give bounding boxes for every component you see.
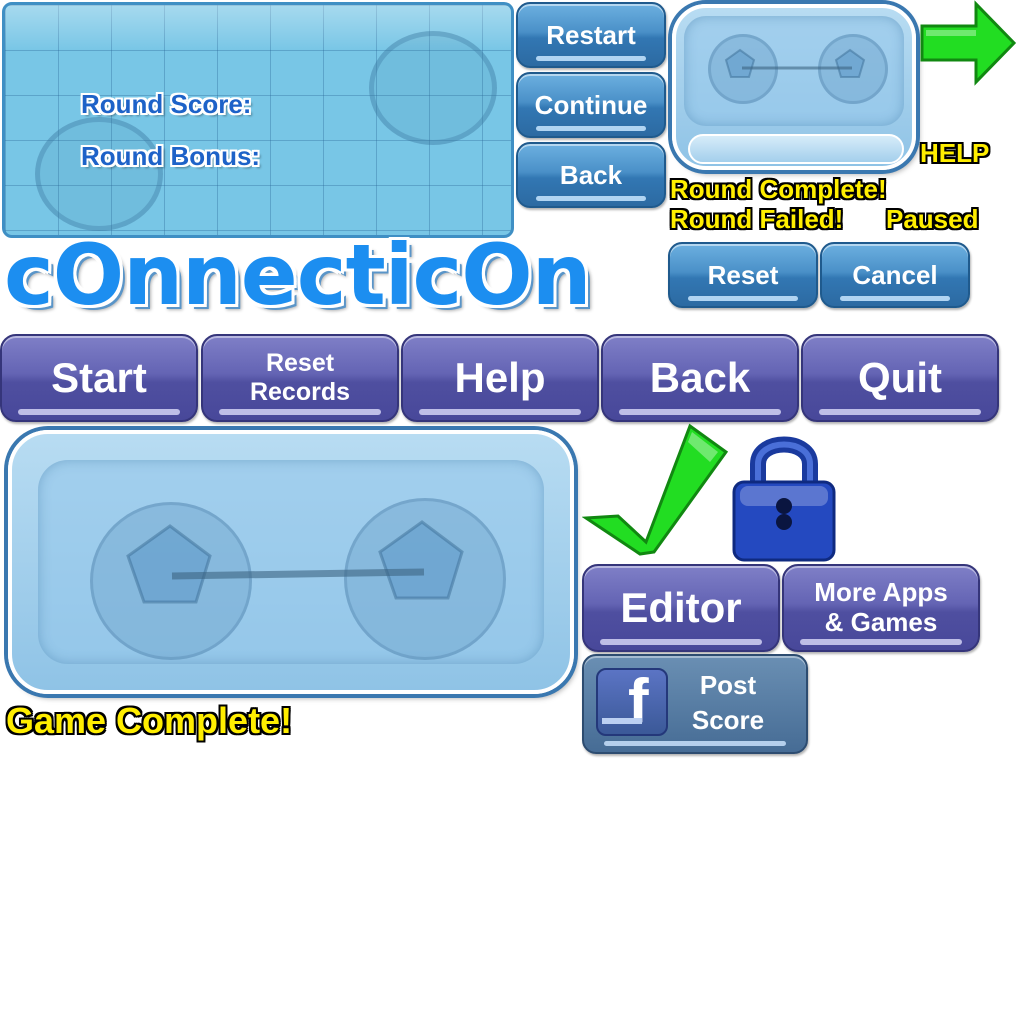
- facebook-glyph: f: [628, 667, 649, 736]
- post-score-label-line2: Score: [691, 705, 765, 735]
- level-preview-large[interactable]: [8, 430, 574, 694]
- reset-records-label-line1: Reset: [265, 349, 335, 378]
- paused-label: Paused: [886, 204, 979, 234]
- game-complete-label: Game Complete!: [6, 700, 293, 741]
- restart-button[interactable]: Restart: [516, 2, 666, 68]
- continue-button[interactable]: Continue: [516, 72, 666, 138]
- post-score-button[interactable]: f Post Score: [582, 654, 808, 754]
- start-button-label: Start: [51, 353, 147, 401]
- reset-button[interactable]: Reset: [668, 242, 818, 308]
- round-bonus-label: Round Bonus:: [81, 141, 261, 171]
- start-button[interactable]: Start: [0, 334, 198, 422]
- editor-button[interactable]: Editor: [582, 564, 780, 652]
- more-apps-label-line1: More Apps: [814, 577, 948, 608]
- level-preview-small-bar: [688, 134, 904, 164]
- continue-button-label: Continue: [534, 89, 648, 120]
- level-preview-small[interactable]: [672, 4, 916, 170]
- more-apps-label-line2: & Games: [824, 607, 938, 637]
- round-score-label: Round Score:: [81, 89, 252, 119]
- help-label: HELP: [920, 138, 990, 168]
- help-button[interactable]: Help: [401, 334, 599, 422]
- score-panel: Round Score: Round Bonus:: [2, 2, 514, 238]
- more-apps-button[interactable]: More Apps & Games: [782, 564, 980, 652]
- reset-button-label: Reset: [707, 259, 779, 290]
- back-button-small[interactable]: Back: [516, 142, 666, 208]
- help-button-label: Help: [454, 353, 546, 401]
- post-score-label: Post Score: [676, 668, 780, 738]
- cancel-button-label: Cancel: [852, 259, 938, 290]
- facebook-icon: f: [596, 667, 668, 736]
- editor-button-label: Editor: [620, 583, 742, 631]
- quit-button[interactable]: Quit: [801, 334, 999, 422]
- level-preview-large-graph: [126, 520, 464, 604]
- round-failed-label: Round Failed!: [670, 204, 844, 234]
- back-button[interactable]: Back: [601, 334, 799, 422]
- post-score-highlight: [604, 741, 786, 746]
- padlock-icon: [732, 436, 836, 562]
- round-complete-label: Round Complete!: [670, 174, 887, 204]
- quit-button-label: Quit: [858, 353, 942, 401]
- restart-button-label: Restart: [546, 19, 636, 50]
- cancel-button[interactable]: Cancel: [820, 242, 970, 308]
- back-button-label: Back: [649, 353, 751, 401]
- ghost-node-right: [369, 31, 497, 145]
- reset-records-label-line2: Records: [249, 378, 351, 406]
- reset-records-button[interactable]: Reset Records: [201, 334, 399, 422]
- checkmark-icon: [582, 423, 729, 556]
- ghost-node-left: [35, 117, 163, 231]
- arrow-right-icon[interactable]: [918, 0, 1018, 86]
- back-button-small-label: Back: [559, 159, 623, 190]
- level-preview-small-graph: [724, 48, 866, 78]
- post-score-label-line1: Post: [699, 670, 757, 700]
- game-logo: cOnnecticOn: [4, 226, 592, 324]
- facebook-icon-bar: [602, 718, 642, 724]
